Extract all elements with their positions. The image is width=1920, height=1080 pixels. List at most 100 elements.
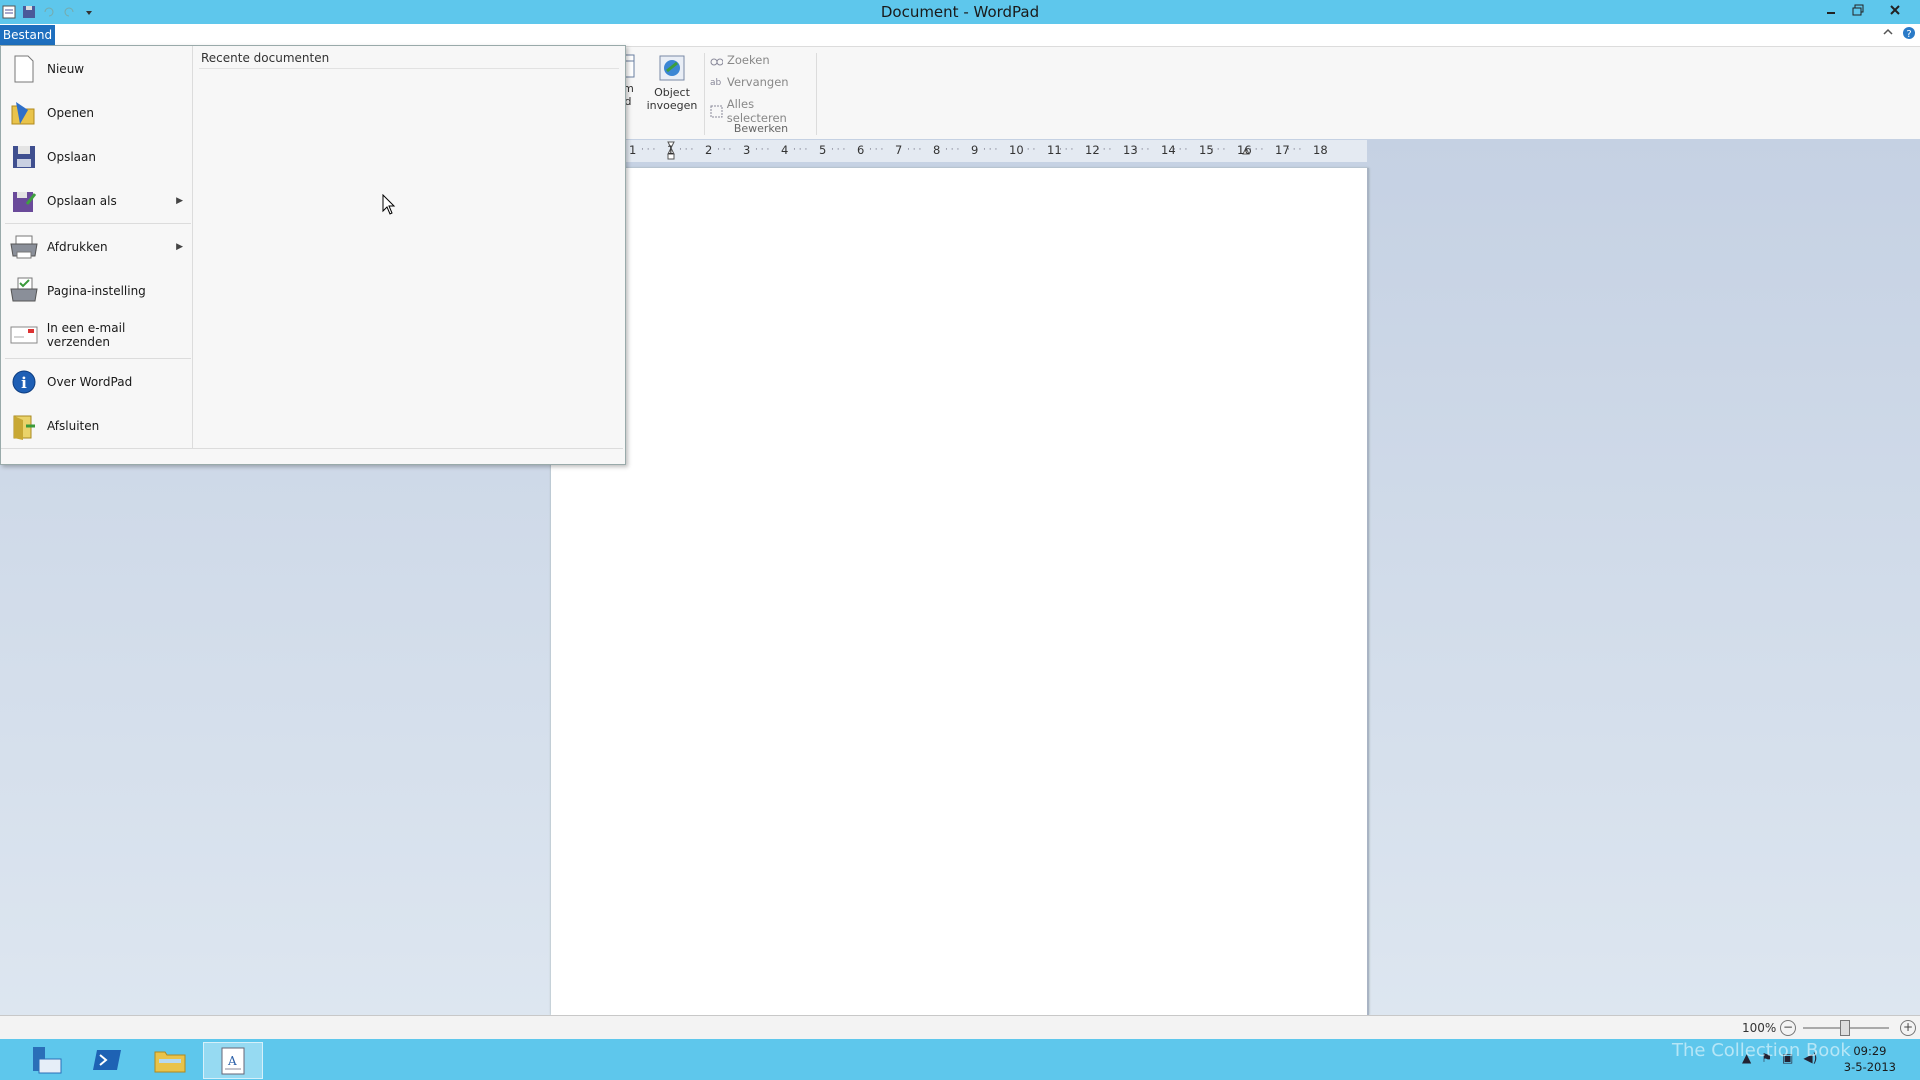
mouse-cursor-icon bbox=[382, 193, 396, 219]
wordpad-icon: A bbox=[221, 1047, 245, 1074]
taskbar-clock[interactable]: 09:29 3-5-2013 bbox=[1844, 1043, 1896, 1075]
menu-item-label: Pagina-instelling bbox=[47, 284, 146, 298]
printer-icon bbox=[9, 232, 39, 262]
powershell-icon bbox=[93, 1049, 121, 1070]
email-icon bbox=[9, 320, 39, 350]
taskbar-file-explorer[interactable] bbox=[141, 1042, 199, 1077]
window-title: Document - WordPad bbox=[880, 3, 1040, 21]
ruler-tick-dot: · · · bbox=[1097, 145, 1112, 155]
file-menu-commands: Nieuw Openen Opslaan Opslaan als ▶ Afdru… bbox=[1, 46, 193, 448]
recent-documents-title: Recente documenten bbox=[201, 51, 330, 65]
document-page[interactable] bbox=[551, 168, 1369, 1015]
menu-item-open[interactable]: Openen bbox=[1, 93, 191, 133]
clock-time: 09:29 bbox=[1853, 1044, 1887, 1058]
menu-item-label: Afdrukken bbox=[47, 240, 108, 254]
insert-object-button[interactable]: Object invoegen bbox=[646, 53, 698, 112]
menu-item-label: Openen bbox=[47, 106, 95, 120]
ruler-tick-label: 18 bbox=[1313, 143, 1328, 157]
menu-bottom-divider bbox=[1, 448, 623, 449]
menu-item-label: Opslaan bbox=[47, 150, 96, 164]
ruler-tick-dot: · · · bbox=[907, 145, 922, 155]
menu-item-about[interactable]: i Over WordPad bbox=[1, 362, 191, 402]
ruler[interactable]: 1 · · · 1 · · · 2 · · · 3 · · · 4 · · · 5 · · · 6 · ·… bbox=[625, 140, 1367, 162]
select-all-label: Alles selecteren bbox=[726, 97, 787, 125]
status-bar: 100% − + bbox=[0, 1015, 1920, 1040]
replace-icon: ab bbox=[710, 78, 722, 88]
select-all-button[interactable]: Alles selecteren bbox=[710, 97, 816, 125]
edit-group-label: Bewerken bbox=[733, 122, 789, 135]
ruler-tick-label: 9 bbox=[971, 143, 979, 157]
svg-text:?: ? bbox=[1906, 29, 1911, 40]
taskbar-wordpad[interactable]: A bbox=[203, 1042, 263, 1079]
info-icon: i bbox=[9, 367, 39, 397]
close-icon bbox=[1890, 5, 1900, 15]
menu-item-save[interactable]: Opslaan bbox=[1, 137, 191, 177]
menu-item-exit[interactable]: Afsluiten bbox=[1, 406, 191, 446]
folder-icon bbox=[154, 1051, 186, 1072]
menu-item-send-email[interactable]: In een e-mail verzenden bbox=[1, 315, 191, 355]
svg-text:ab: ab bbox=[710, 78, 722, 88]
ruler-tick-label: 2 bbox=[705, 143, 713, 157]
menu-separator bbox=[5, 358, 191, 359]
ruler-tick-label: 4 bbox=[781, 143, 789, 157]
ruler-tick-label: 8 bbox=[933, 143, 941, 157]
save-as-icon bbox=[9, 186, 39, 216]
ruler-tick-dot: · · · bbox=[1021, 145, 1036, 155]
menu-separator bbox=[5, 223, 191, 224]
page-setup-icon bbox=[9, 276, 39, 306]
restore-icon bbox=[1852, 4, 1864, 16]
object-label-line2: invoegen bbox=[646, 99, 698, 112]
ribbon-group-separator bbox=[704, 53, 705, 135]
taskbar-server-manager[interactable] bbox=[17, 1042, 75, 1077]
find-button[interactable]: Zoeken bbox=[710, 53, 770, 67]
ruler-tick-label: 1 bbox=[629, 143, 637, 157]
menu-item-label: Afsluiten bbox=[47, 419, 100, 433]
save-disk-icon bbox=[9, 142, 39, 172]
menu-item-page-setup[interactable]: Pagina-instelling bbox=[1, 271, 191, 311]
ribbon-tab-row: ? bbox=[0, 24, 1920, 47]
ruler-tick-dot: · · · bbox=[1135, 145, 1150, 155]
taskbar-powershell[interactable] bbox=[79, 1042, 137, 1077]
ruler-tick-dot: · · · bbox=[793, 145, 808, 155]
ruler-tick-label: 6 bbox=[857, 143, 865, 157]
title-bar: Document - WordPad bbox=[0, 0, 1920, 24]
minimize-icon bbox=[1827, 12, 1835, 14]
find-label: Zoeken bbox=[727, 53, 770, 67]
select-all-icon bbox=[710, 105, 723, 117]
minimize-button[interactable] bbox=[1818, 0, 1844, 20]
minimize-ribbon-icon[interactable] bbox=[1882, 26, 1894, 41]
replace-label: Vervangen bbox=[727, 75, 789, 89]
zoom-in-button[interactable]: + bbox=[1900, 1020, 1916, 1036]
ruler-tick-label: 5 bbox=[819, 143, 827, 157]
ruler-tick-dot: · · · bbox=[983, 145, 998, 155]
help-icon[interactable]: ? bbox=[1902, 26, 1916, 43]
taskbar: A ▲ ⚑ ▣ ◀) 09:29 3-5-2013 bbox=[0, 1039, 1920, 1080]
ribbon-group-separator bbox=[816, 53, 817, 135]
file-tab[interactable]: Bestand bbox=[0, 25, 55, 45]
close-button[interactable] bbox=[1872, 0, 1918, 20]
replace-button[interactable]: ab Vervangen bbox=[710, 75, 789, 89]
menu-item-label: Opslaan als bbox=[47, 194, 117, 208]
object-label-line1: Object bbox=[654, 86, 690, 99]
watermark-text: The Collection Book bbox=[1672, 1040, 1851, 1061]
ruler-tick-dot: · · · bbox=[717, 145, 732, 155]
menu-item-label: In een e-mail verzenden bbox=[46, 321, 126, 349]
zoom-out-button[interactable]: − bbox=[1780, 1020, 1796, 1036]
menu-item-save-as[interactable]: Opslaan als ▶ bbox=[1, 181, 191, 221]
submenu-arrow-icon: ▶ bbox=[176, 242, 183, 252]
open-folder-icon bbox=[9, 98, 39, 128]
menu-item-print[interactable]: Afdrukken ▶ bbox=[1, 227, 191, 267]
ruler-tick-dot: · · · bbox=[1211, 145, 1226, 155]
ruler-tick-dot: · · · bbox=[1059, 145, 1074, 155]
ruler-tick-dot: · · · bbox=[1249, 145, 1264, 155]
zoom-slider-thumb[interactable] bbox=[1840, 1020, 1850, 1036]
svg-text:A: A bbox=[227, 1054, 237, 1068]
ruler-tick-dot: · · · bbox=[869, 145, 884, 155]
edit-group: Zoeken ab Vervangen Alles selecteren Bew… bbox=[706, 47, 816, 139]
menu-item-new[interactable]: Nieuw bbox=[1, 49, 191, 89]
new-document-icon bbox=[9, 54, 39, 84]
restore-button[interactable] bbox=[1845, 0, 1871, 20]
ruler-tick-label: 1 bbox=[667, 143, 675, 157]
menu-item-label: Nieuw bbox=[47, 62, 85, 76]
menu-item-label: Over WordPad bbox=[47, 375, 133, 389]
